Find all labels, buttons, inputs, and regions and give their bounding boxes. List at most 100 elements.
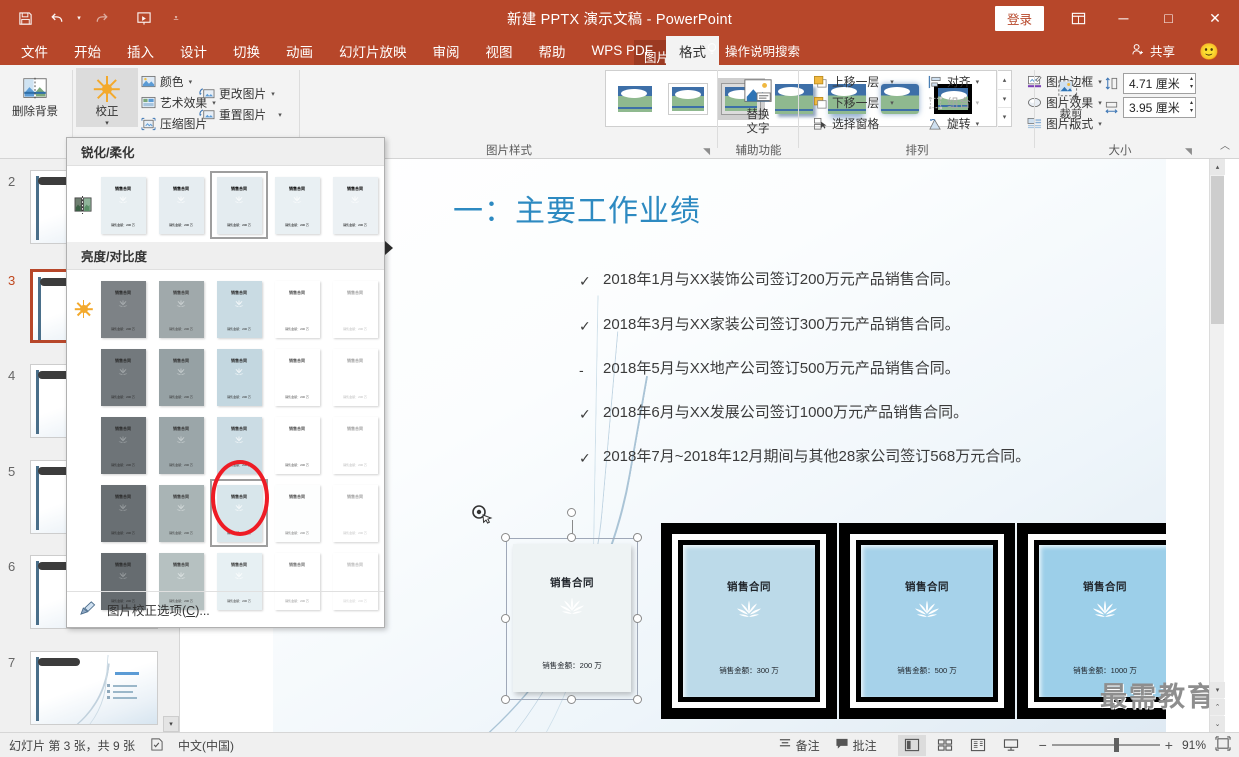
share-button[interactable]: 共享: [1131, 36, 1175, 65]
bring-forward-button[interactable]: 上移一层 ▾: [809, 71, 897, 92]
accessibility-check-icon[interactable]: [149, 737, 164, 754]
chevron-down-icon[interactable]: ▾: [890, 99, 894, 107]
shape-height-input[interactable]: 4.71 厘米 ▴ ▾: [1123, 73, 1196, 94]
brightness-preset[interactable]: 销售合同 销售金额：200 万: [268, 275, 326, 343]
scroll-down-icon[interactable]: ▾: [1210, 682, 1225, 698]
thumbpane-scroll-down-icon[interactable]: ▾: [163, 716, 179, 732]
undo-dropdown-icon[interactable]: ▾: [74, 3, 84, 33]
redo-icon[interactable]: [86, 3, 116, 33]
height-spinner[interactable]: ▴ ▾: [1190, 75, 1193, 91]
picture-style-thumb[interactable]: [611, 78, 659, 120]
resize-handle-sw[interactable]: [501, 695, 510, 704]
picture-styles-dialog-launcher[interactable]: ◥: [703, 146, 710, 157]
next-slide-icon[interactable]: ⌄: [1210, 716, 1225, 732]
brightness-preset[interactable]: 销售合同 销售金额：200 万: [94, 275, 152, 343]
brightness-preset[interactable]: 销售合同 销售金额：200 万: [326, 343, 384, 411]
brightness-preset[interactable]: 销售合同 销售金额：200 万: [152, 411, 210, 479]
tab-review[interactable]: 审阅: [420, 36, 473, 65]
change-picture-button[interactable]: 更改图片 ▾: [196, 83, 285, 104]
sharpen-preset[interactable]: 销售合同 销售金额：200 万: [326, 171, 384, 239]
zoom-slider-knob[interactable]: [1113, 738, 1119, 752]
resize-handle-ne[interactable]: [633, 533, 642, 542]
contract-frame-2[interactable]: 销售合同 销售金额：300 万: [661, 523, 837, 719]
ribbon-display-options-icon[interactable]: [1056, 0, 1101, 36]
resize-handle-w[interactable]: [501, 614, 510, 623]
language-indicator[interactable]: 中文(中国): [178, 737, 234, 754]
slide-counter[interactable]: 幻灯片 第 3 张，共 9 张: [9, 737, 135, 754]
brightness-preset[interactable]: 销售合同 销售金额：200 万: [152, 275, 210, 343]
tab-transitions[interactable]: 切换: [220, 36, 273, 65]
slide-thumbnail[interactable]: [30, 651, 158, 725]
chevron-down-icon[interactable]: ▾: [278, 111, 282, 119]
shape-width-input[interactable]: 3.95 厘米 ▴ ▾: [1123, 97, 1196, 118]
tab-file[interactable]: 文件: [8, 36, 61, 65]
tab-view[interactable]: 视图: [473, 36, 526, 65]
contract-image-2[interactable]: 销售合同 销售金额：300 万: [683, 545, 815, 697]
list-item[interactable]: ✓ 2018年1月与XX装饰公司签订200万元产品销售合同。: [579, 271, 1139, 290]
tab-help[interactable]: 帮助: [526, 36, 579, 65]
save-icon[interactable]: [10, 3, 40, 33]
crop-caret-icon[interactable]: ▾: [1069, 123, 1073, 130]
view-normal-button[interactable]: [897, 734, 926, 756]
rotation-handle[interactable]: [567, 508, 576, 517]
rotate-button[interactable]: 旋转 ▾: [924, 113, 982, 134]
brightness-preset[interactable]: 销售合同 销售金额：200 万: [326, 411, 384, 479]
reset-picture-button[interactable]: 重置图片 ▾: [196, 104, 285, 125]
tell-me-search[interactable]: 操作说明搜索: [706, 36, 800, 65]
brightness-preset[interactable]: 销售合同 销售金额：200 万: [210, 275, 268, 343]
view-slide-sorter-button[interactable]: [931, 735, 959, 756]
chevron-down-icon[interactable]: ▾: [271, 90, 275, 98]
send-backward-button[interactable]: 下移一层 ▾: [809, 92, 897, 113]
brightness-preset[interactable]: 销售合同 销售金额：200 万: [152, 343, 210, 411]
resize-handle-nw[interactable]: [501, 533, 510, 542]
list-item[interactable]: ✓ 2018年3月与XX家装公司签订300万元产品销售合同。: [579, 316, 1139, 335]
feedback-smiley-icon[interactable]: 🙂: [1199, 42, 1219, 62]
zoom-in-button[interactable]: +: [1165, 737, 1173, 753]
remove-background-button[interactable]: 删除背景: [4, 68, 66, 120]
chevron-down-icon[interactable]: ▾: [976, 120, 980, 128]
zoom-slider[interactable]: [1051, 738, 1160, 752]
scrollbar-thumb[interactable]: [1211, 176, 1224, 324]
tab-design[interactable]: 设计: [167, 36, 220, 65]
sharpen-preset[interactable]: 销售合同 销售金额：200 万: [94, 171, 152, 239]
brightness-preset[interactable]: 销售合同 销售金额：200 万: [268, 343, 326, 411]
previous-slide-icon[interactable]: ⌃: [1210, 699, 1225, 715]
contract-frame-3[interactable]: 销售合同 销售金额：500 万: [839, 523, 1015, 719]
view-reading-button[interactable]: [964, 735, 992, 756]
scroll-up-icon[interactable]: ▴: [1210, 159, 1225, 175]
notes-button[interactable]: 备注: [773, 735, 825, 756]
brightness-preset-selected[interactable]: 销售合同 销售金额：200 万: [210, 479, 268, 547]
align-button[interactable]: 对齐 ▾: [924, 71, 982, 92]
bullet-list[interactable]: ✓ 2018年1月与XX装饰公司签订200万元产品销售合同。 ✓ 2018年3月…: [579, 271, 1139, 494]
brightness-preset[interactable]: 销售合同 销售金额：200 万: [152, 479, 210, 547]
brightness-preset[interactable]: 销售合同 销售金额：200 万: [326, 479, 384, 547]
comments-button[interactable]: 批注: [830, 735, 882, 756]
corrections-dropdown-menu[interactable]: 锐化/柔化 销售合同 销售金额：200 万 销售合同 销售金额：200 万 销售合同…: [66, 137, 385, 628]
collapse-ribbon-icon[interactable]: ︿: [1220, 137, 1230, 152]
tab-wps-pdf[interactable]: WPS PDF: [579, 36, 667, 65]
brightness-preset[interactable]: 销售合同 销售金额：200 万: [94, 343, 152, 411]
brightness-preset[interactable]: 销售合同 销售金额：200 万: [268, 479, 326, 547]
list-item[interactable]: ✓ 2018年6月与XX发展公司签订1000万元产品销售合同。: [579, 404, 1139, 423]
tab-insert[interactable]: 插入: [114, 36, 167, 65]
brightness-preset[interactable]: 销售合同 销售金额：200 万: [210, 343, 268, 411]
tab-home[interactable]: 开始: [61, 36, 114, 65]
chevron-down-icon[interactable]: ▾: [890, 78, 894, 86]
resize-handle-e[interactable]: [633, 614, 642, 623]
list-item[interactable]: 7: [0, 651, 179, 732]
brightness-preset[interactable]: 销售合同 销售金额：200 万: [210, 411, 268, 479]
selection-pane-button[interactable]: 选择窗格: [809, 113, 897, 134]
shape-width-field[interactable]: 3.95 厘米 ▴ ▾: [1103, 97, 1196, 118]
sharpen-preset[interactable]: 销售合同 销售金额：200 万: [268, 171, 326, 239]
list-item[interactable]: ✓ 2018年7月~2018年12月期间与其他28家公司签订568万元合同。: [579, 448, 1139, 467]
picture-style-thumb[interactable]: [664, 78, 712, 120]
undo-icon[interactable]: [42, 3, 72, 33]
customize-qat-icon[interactable]: ⩡: [161, 3, 191, 33]
shape-height-field[interactable]: 4.71 厘米 ▴ ▾: [1103, 73, 1196, 94]
zoom-level[interactable]: 91%: [1182, 738, 1206, 752]
view-slideshow-button[interactable]: [997, 735, 1025, 756]
vertical-scrollbar[interactable]: ▴ ▾ ⌃ ⌄: [1209, 159, 1225, 732]
corrections-caret-icon[interactable]: ▾: [105, 120, 109, 127]
start-presentation-icon[interactable]: [129, 3, 159, 33]
brightness-preset[interactable]: 销售合同 销售金额：200 万: [94, 479, 152, 547]
